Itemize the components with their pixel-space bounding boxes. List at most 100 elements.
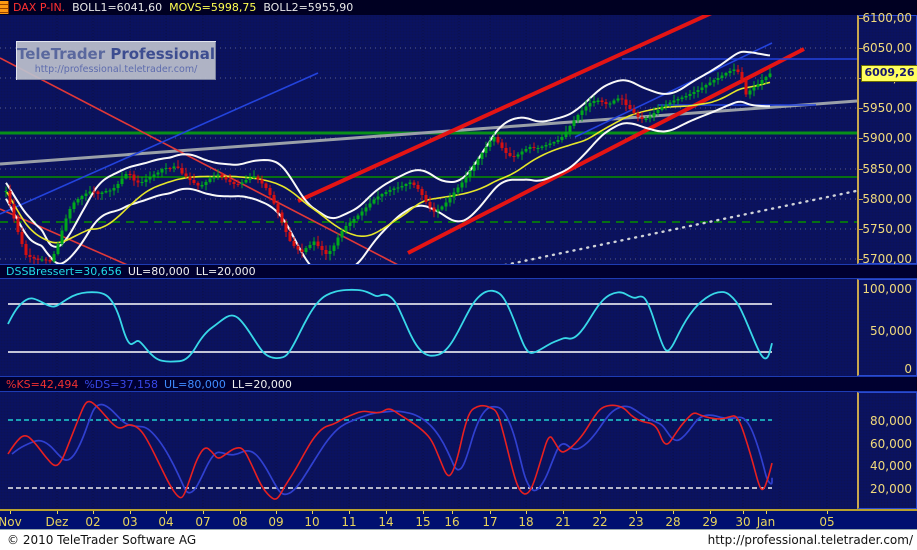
time-axis-tick [10, 511, 11, 514]
dss-panel-row: 100,000 50,000 0 [0, 279, 917, 376]
price-axis-label: 5950,00 [862, 101, 912, 115]
time-axis-tick [743, 511, 744, 514]
time-axis-label: 07 [195, 515, 211, 529]
time-axis-tick [600, 511, 601, 514]
title-value-segment: DAX P-IN. [13, 0, 66, 14]
ks-plot-area[interactable] [0, 392, 857, 509]
watermark-url: http://professional.teletrader.com/ [34, 64, 198, 75]
time-axis-tick [57, 511, 58, 514]
chart-title-bar: DAX P-IN. BOLL1=6041,60 MOVS=5998,75 BOLL2=… [0, 0, 917, 15]
dss-axis-label: 100,000 [862, 282, 912, 296]
time-axis-tick [636, 511, 637, 514]
teletrader-chart-window: DAX P-IN. BOLL1=6041,60 MOVS=5998,75 BOLL2=… [0, 0, 917, 550]
ks-label-segment: %DS=37,158 [84, 377, 158, 391]
dss-axis[interactable]: 100,000 50,000 0 [857, 279, 917, 376]
time-axis-label: 09 [268, 515, 284, 529]
ks-axis-label: 80,000 [870, 414, 912, 428]
time-axis-label: 04 [158, 515, 174, 529]
dss-indicator-label-bar[interactable]: DSSBressert=30,656 UL=80,000 LL=20,000 [0, 264, 917, 279]
time-axis-tick [490, 511, 491, 514]
ks-label-segment: LL=20,000 [231, 377, 292, 391]
price-axis-tick [859, 259, 863, 260]
time-axis-label: 05 [819, 515, 835, 529]
time-axis-label: 11 [341, 515, 357, 529]
time-axis-tick [452, 511, 453, 514]
time-axis-tick [276, 511, 277, 514]
price-axis-tick [859, 138, 863, 139]
time-axis-label: 14 [378, 515, 394, 529]
time-axis-tick [93, 511, 94, 514]
time-axis-label: 22 [592, 515, 608, 529]
time-axis-tick [710, 511, 711, 514]
ks-chart-canvas[interactable] [0, 392, 857, 509]
watermark-title: TeleTrader Professional [16, 45, 216, 63]
dss-label-segment: UL=80,000 [127, 265, 190, 278]
time-axis-tick [423, 511, 424, 514]
status-url-text: http://professional.teletrader.com/ [707, 533, 913, 547]
time-axis-label: 03 [122, 515, 138, 529]
price-axis-tick [859, 18, 863, 19]
dss-axis-label: 50,000 [870, 324, 912, 338]
ks-axis-label: 60,000 [870, 437, 912, 451]
price-axis-tick [859, 229, 863, 230]
main-plot-area[interactable]: TeleTrader Professional http://professio… [0, 15, 857, 264]
time-axis-label: Dez [45, 515, 69, 529]
time-axis-tick [563, 511, 564, 514]
dss-label-segment: DSSBressert=30,656 [6, 265, 122, 278]
dss-label-segment: LL=20,000 [195, 265, 256, 278]
time-axis-tick [349, 511, 350, 514]
time-axis-label: 30 [735, 515, 751, 529]
time-axis-tick [203, 511, 204, 514]
main-chart-row: TeleTrader Professional http://professio… [0, 11, 917, 266]
time-axis-tick [386, 511, 387, 514]
time-axis-label: 23 [628, 515, 644, 529]
time-axis-tick [526, 511, 527, 514]
time-axis-label: 15 [415, 515, 431, 529]
price-axis-label: 5900,00 [862, 131, 912, 145]
price-axis-label: 6050,00 [862, 41, 912, 55]
status-bar: © 2010 TeleTrader Software AG http://pro… [0, 529, 917, 550]
price-axis[interactable]: 6100,006050,006000,005950,005900,005850,… [857, 11, 917, 266]
time-axis-tick [130, 511, 131, 514]
window-grip-icon[interactable] [0, 1, 9, 14]
title-value-segment: BOLL1=6041,60 [72, 0, 163, 14]
ks-axis[interactable]: 80,000 60,000 40,000 20,000 [857, 392, 917, 509]
time-axis-tick [673, 511, 674, 514]
price-axis-label: 6100,00 [862, 11, 912, 25]
last-price-badge: 6009,26 [861, 65, 917, 82]
time-axis-label: 02 [85, 515, 101, 529]
price-axis-tick [859, 48, 863, 49]
time-axis-label: Nov [0, 515, 22, 529]
time-axis-label: 28 [665, 515, 681, 529]
title-value-segment: MOVS=5998,75 [169, 0, 257, 14]
price-axis-label: 5850,00 [862, 162, 912, 176]
time-axis-tick [240, 511, 241, 514]
ks-axis-label: 20,000 [870, 482, 912, 496]
time-axis-label: 17 [482, 515, 498, 529]
dss-chart-canvas[interactable] [0, 279, 857, 376]
ks-panel-row: 80,000 60,000 40,000 20,000 [0, 392, 917, 509]
time-axis-label: 18 [518, 515, 534, 529]
copyright-text: © 2010 TeleTrader Software AG [7, 533, 197, 547]
time-axis-label: 29 [702, 515, 718, 529]
ks-indicator-label-bar[interactable]: %KS=42,494 %DS=37,158 UL=80,000 LL=20,000 [0, 376, 917, 392]
price-axis-tick [859, 108, 863, 109]
price-axis-tick [859, 169, 863, 170]
time-axis-label: 16 [444, 515, 460, 529]
price-axis-label: 5750,00 [862, 222, 912, 236]
time-axis[interactable]: Nov Dez 02 03 04 07 08 09 10 11 14 15 16 17 18 21 22 23 28… [0, 509, 917, 529]
time-axis-tick [166, 511, 167, 514]
watermark-box: TeleTrader Professional http://professio… [16, 41, 216, 80]
ks-axis-label: 40,000 [870, 459, 912, 473]
time-axis-label: 10 [304, 515, 320, 529]
time-axis-label: 21 [555, 515, 571, 529]
dss-plot-area[interactable] [0, 279, 857, 376]
time-axis-tick [766, 511, 767, 514]
time-axis-tick [312, 511, 313, 514]
price-axis-label: 5800,00 [862, 192, 912, 206]
time-axis-label: 08 [232, 515, 248, 529]
title-value-segment: BOLL2=5955,90 [263, 0, 354, 14]
ks-label-segment: %KS=42,494 [6, 377, 79, 391]
ks-label-segment: UL=80,000 [163, 377, 226, 391]
price-axis-tick [859, 199, 863, 200]
